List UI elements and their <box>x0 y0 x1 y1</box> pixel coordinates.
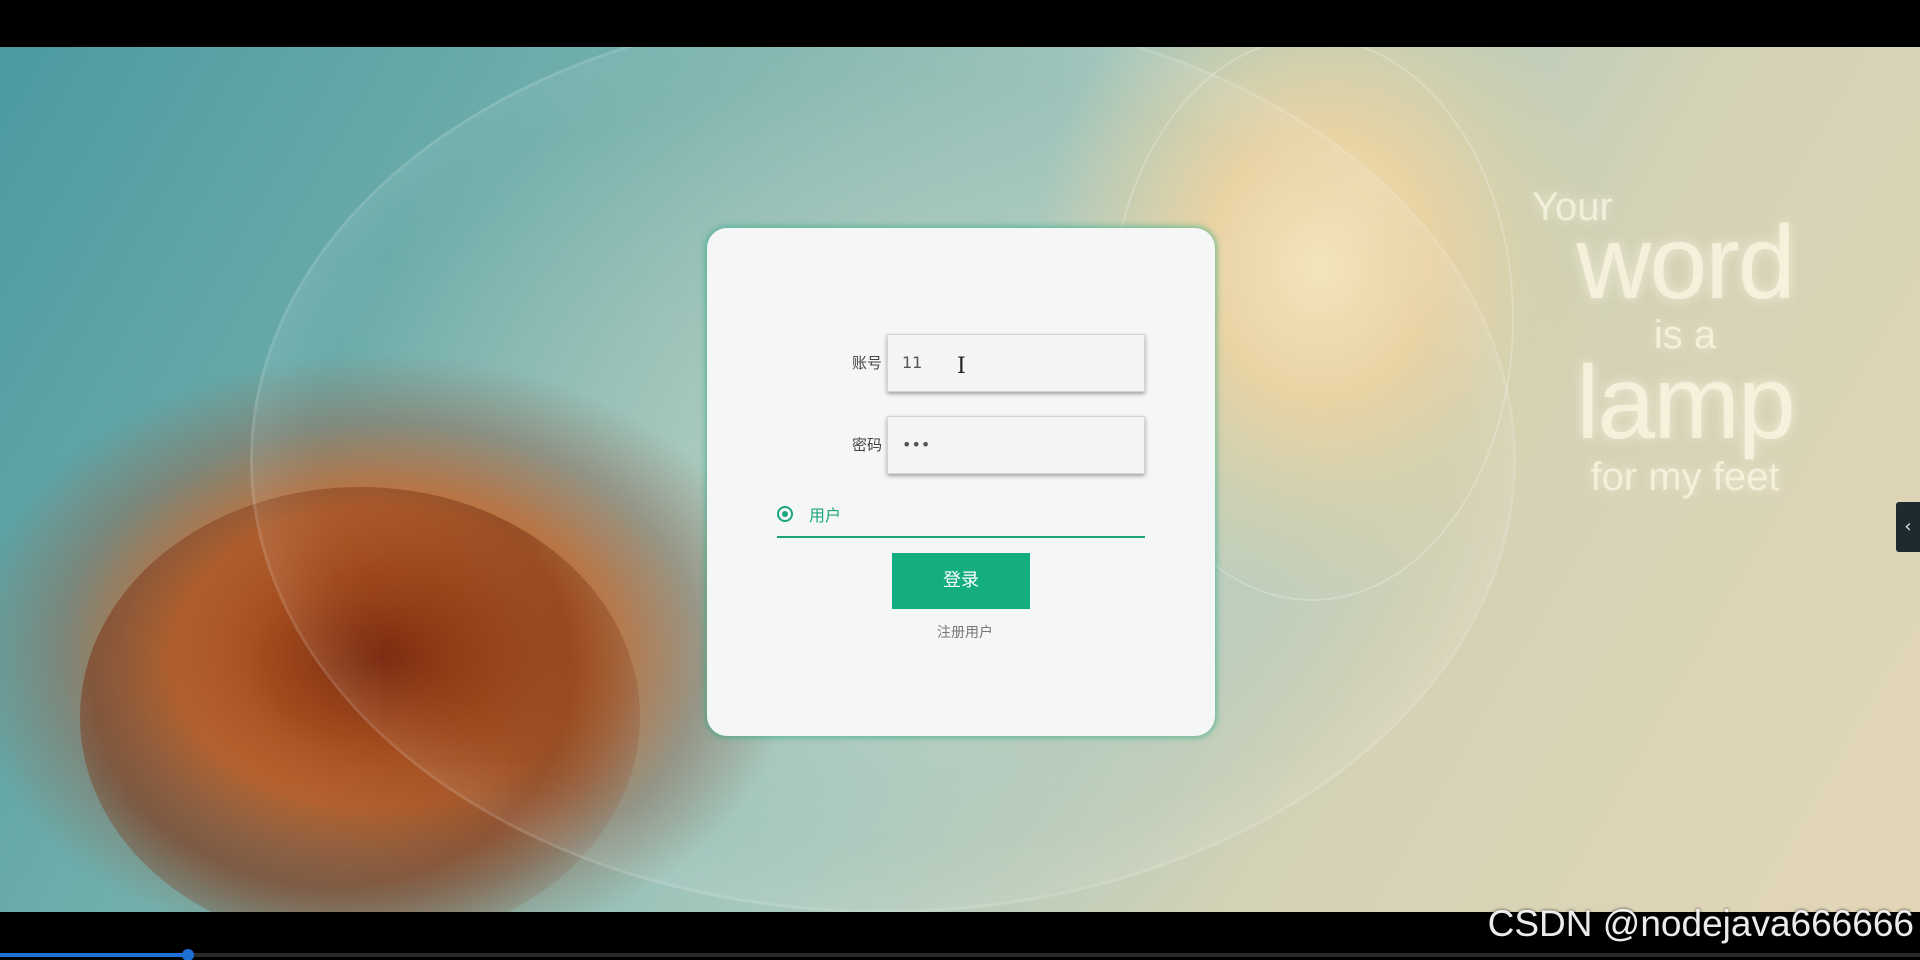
role-selector: 用户 <box>777 496 1145 538</box>
login-button[interactable]: 登录 <box>892 553 1030 609</box>
text-cursor-icon: I <box>957 354 966 379</box>
account-label: 账号 <box>851 354 882 372</box>
video-progress-fill <box>0 953 189 957</box>
register-link[interactable]: 注册用户 <box>937 622 993 642</box>
radio-selected-icon[interactable] <box>777 506 793 522</box>
background-quote: Your word is a lamp for my feet <box>1520 187 1850 497</box>
account-input[interactable]: 11 <box>887 334 1145 392</box>
background-photo: Your word is a lamp for my feet ‹ 账号 11 … <box>0 47 1920 912</box>
video-progress-bar[interactable] <box>0 949 1920 960</box>
login-card: 账号 11 I 密码 ••• 用户 登录 注册用户 <box>707 228 1215 736</box>
watermark: CSDN @nodejava666666 <box>1487 903 1914 944</box>
quote-line-5: for my feet <box>1590 455 1780 499</box>
password-input[interactable]: ••• <box>887 416 1145 474</box>
video-progress-handle[interactable] <box>182 949 195 960</box>
password-label: 密码 <box>851 436 882 454</box>
role-option-user[interactable]: 用户 <box>809 502 841 526</box>
quote-line-4: lamp <box>1576 345 1795 461</box>
chevron-left-icon[interactable]: ‹ <box>1896 502 1920 552</box>
screen: Your word is a lamp for my feet ‹ 账号 11 … <box>0 0 1920 960</box>
password-row: 密码 ••• <box>707 416 1215 474</box>
